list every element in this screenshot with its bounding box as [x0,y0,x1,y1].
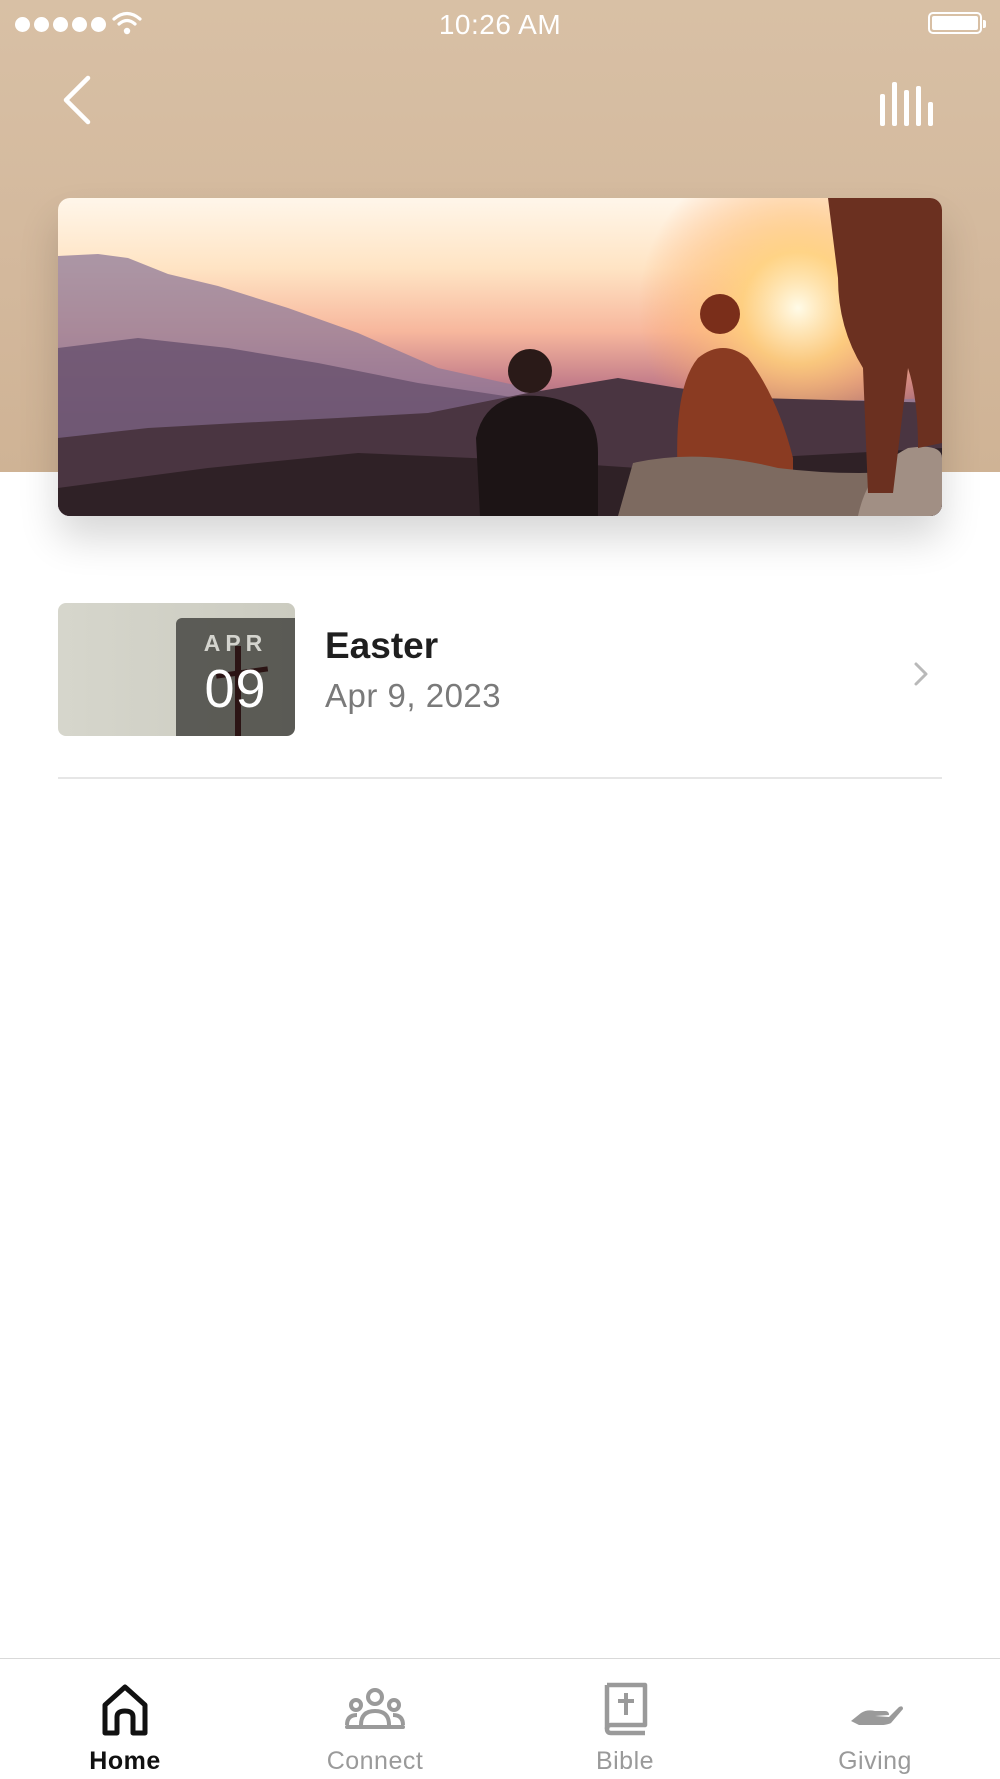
tab-bar: Home Connect Bible Giving [0,1658,1000,1779]
people-group-icon [345,1688,405,1729]
hero-image[interactable] [58,198,942,516]
giving-hand-icon [851,1706,903,1725]
tab-bible[interactable]: Bible [500,1659,750,1779]
bible-icon [604,1682,648,1736]
status-bar: 10:26 AM [0,0,1000,50]
item-title: Easter [325,625,439,666]
sunset-mountain-people-photo [58,198,942,516]
home-icon [102,1684,148,1736]
date-badge: APR 09 [176,618,295,736]
battery-icon [928,12,986,34]
item-date: Apr 9, 2023 [325,677,502,714]
badge-month: APR [203,630,268,656]
tab-connect[interactable]: Connect [250,1659,500,1779]
audio-button[interactable] [876,80,936,126]
event-thumbnail: APR 09 [58,603,295,736]
tab-label: Home [89,1747,161,1775]
tab-label: Connect [326,1747,424,1775]
audio-bars-icon [880,82,933,126]
tab-label: Bible [595,1747,655,1775]
back-button[interactable] [56,72,100,128]
chevron-right-icon [914,662,928,686]
tab-label: Giving [838,1747,912,1775]
tab-home[interactable]: Home [0,1659,250,1779]
tab-giving[interactable]: Giving [750,1659,1000,1779]
list-divider [58,777,942,779]
list-item[interactable]: APR 09 Easter Apr 9, 2023 [58,603,942,737]
status-time: 10:26 AM [438,9,562,40]
chevron-left-icon [63,75,91,125]
badge-day: 09 [204,659,267,719]
